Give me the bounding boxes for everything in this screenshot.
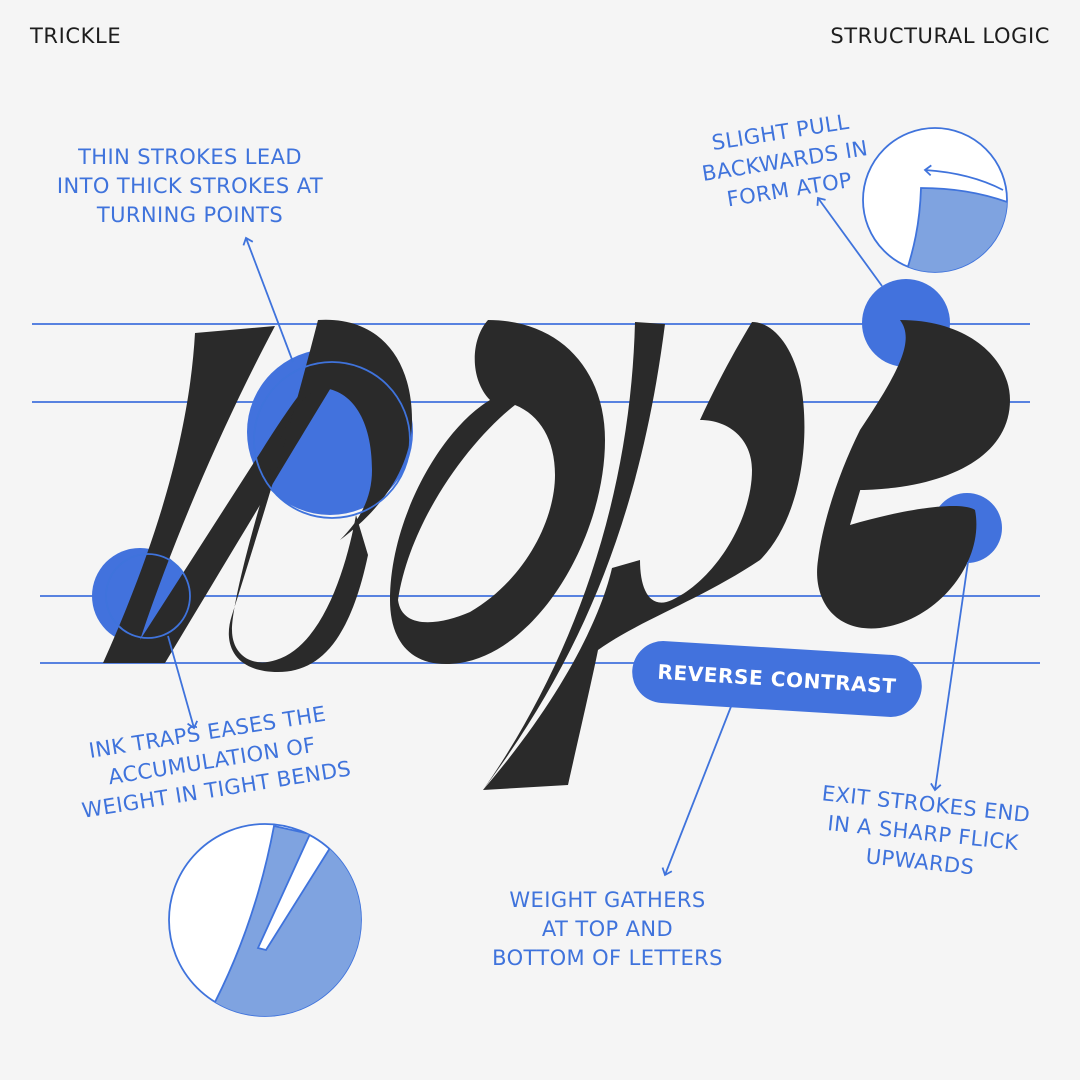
annotation-thin-strokes: THIN STROKES LEAD INTO THICK STROKES AT … bbox=[40, 143, 340, 230]
annotation-line: WEIGHT GATHERS bbox=[509, 888, 706, 912]
zoom-detail-ink-trap bbox=[168, 823, 362, 1017]
arrow-ink-traps bbox=[167, 635, 199, 730]
type-specimen-poster: TRICKLE STRUCTURAL LOGIC THIN STROKES LE… bbox=[0, 0, 1080, 1080]
glyph-3 bbox=[390, 320, 605, 665]
annotation-line: INTO THICK STROKES AT bbox=[56, 174, 324, 198]
annotation-weight-gathers: WEIGHT GATHERS AT TOP AND BOTTOM OF LETT… bbox=[460, 886, 755, 973]
badge-label: REVERSE CONTRAST bbox=[656, 659, 898, 699]
annotation-line: AT TOP AND bbox=[541, 917, 674, 941]
annotation-line: TURNING POINTS bbox=[96, 203, 284, 227]
arrow-weight-gathers bbox=[661, 703, 733, 877]
glyph-5 bbox=[817, 320, 1010, 629]
annotation-line: BOTTOM OF LETTERS bbox=[492, 946, 723, 970]
annotation-line: THIN STROKES LEAD bbox=[78, 145, 302, 169]
